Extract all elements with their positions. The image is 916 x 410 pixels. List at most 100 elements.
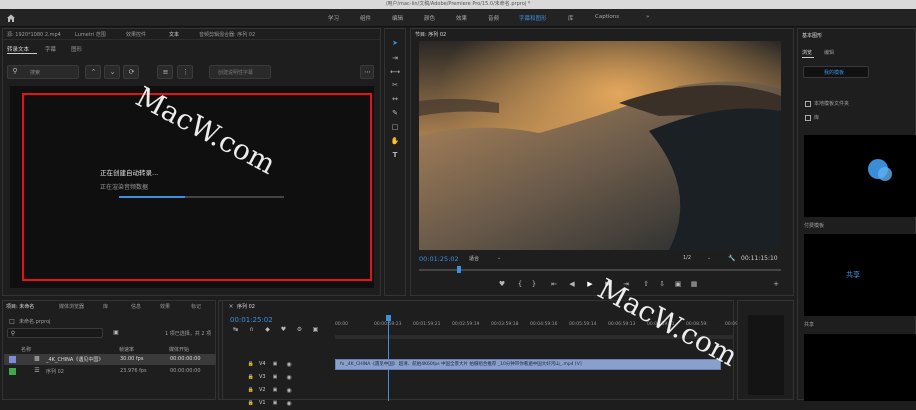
subtab-transcript[interactable]: 转录文本: [7, 45, 29, 53]
mark-in-icon[interactable]: {: [515, 280, 525, 289]
library-checkbox[interactable]: [805, 115, 811, 121]
tab-lumetri-scopes[interactable]: Lumetri 范围: [75, 31, 106, 38]
tab-markers[interactable]: 标记: [191, 303, 201, 310]
tab-project[interactable]: 项目: 未命名: [6, 303, 34, 310]
selection-tool-icon[interactable]: ➤: [390, 39, 400, 48]
snap-icon[interactable]: ∩: [247, 325, 256, 334]
caption-track-icon[interactable]: ▣: [311, 325, 320, 334]
step-back-icon[interactable]: ◀: [567, 280, 577, 289]
track-label[interactable]: V3: [259, 374, 266, 380]
ripple-edit-tool-icon[interactable]: ⟷: [390, 68, 400, 77]
workspace-tab-5[interactable]: 音频: [488, 14, 499, 22]
tab-effects[interactable]: 效果: [160, 303, 170, 310]
previous-result-button[interactable]: ⌃: [85, 65, 101, 79]
slip-tool-icon[interactable]: ↔: [390, 95, 400, 104]
col-fps[interactable]: 帧速率: [119, 346, 134, 353]
go-to-in-icon[interactable]: ⇤: [549, 280, 559, 289]
track-select-tool-icon[interactable]: ⇥: [390, 54, 400, 63]
share-thumbnail[interactable]: 共享: [804, 234, 916, 316]
playhead[interactable]: [457, 266, 461, 273]
timeline-timecode[interactable]: 00:01:25:02: [230, 316, 273, 324]
extract-icon[interactable]: ⇩: [657, 280, 667, 289]
tab-edit[interactable]: 编辑: [824, 49, 834, 56]
tab-source[interactable]: 源: 1920*1080 2.mp4: [7, 31, 61, 38]
play-icon[interactable]: ▶: [585, 280, 595, 289]
close-icon[interactable]: ×: [227, 302, 235, 311]
workspace-tab-1[interactable]: 组件: [360, 14, 371, 22]
tab-media-browser[interactable]: 媒体浏览器: [59, 303, 84, 310]
create-captions-button[interactable]: 创建说明性字幕: [209, 65, 271, 79]
timeline-playhead[interactable]: [388, 315, 389, 401]
add-button-icon[interactable]: +: [771, 280, 781, 289]
split-segment-button[interactable]: ⋮: [177, 65, 193, 79]
tab-library[interactable]: 库: [103, 303, 108, 310]
next-result-button[interactable]: ⌄: [104, 65, 120, 79]
col-name[interactable]: 名称: [21, 346, 31, 353]
subtab-graphics[interactable]: 图形: [71, 45, 82, 53]
zoom-select[interactable]: 适合 ⌄: [469, 254, 509, 264]
program-timecode[interactable]: 00:01:25:02: [419, 255, 459, 263]
merge-segments-button[interactable]: ≡: [157, 65, 173, 79]
tab-effect-controls[interactable]: 效果控件: [126, 31, 146, 38]
pen-tool-icon[interactable]: ✎: [390, 109, 400, 118]
sync-lock-icon[interactable]: ▣: [271, 399, 279, 408]
home-icon[interactable]: [6, 13, 16, 23]
tab-info[interactable]: 信息: [131, 303, 141, 310]
video-clip[interactable]: fx _4K_CHINA《遇见中国》 超清、航拍4K60fps 中国全景大片 拍…: [335, 359, 721, 370]
linked-selection-icon[interactable]: ◆: [263, 325, 272, 334]
bin-icon[interactable]: ▣: [111, 328, 121, 337]
workspace-tab-7[interactable]: 库: [568, 14, 574, 22]
lock-icon[interactable]: 🔒: [247, 399, 255, 408]
sync-lock-icon[interactable]: ▣: [271, 373, 279, 382]
workspace-tab-8[interactable]: Captions: [595, 14, 619, 20]
table-row[interactable]: ▩ _4K_CHINA《遇见中国》 30.00 fps 00:00:00:00: [4, 354, 216, 365]
tab-text[interactable]: 文本: [169, 31, 179, 38]
marker-icon[interactable]: ♥: [497, 280, 507, 289]
mark-out-icon[interactable]: }: [529, 280, 539, 289]
tab-browse[interactable]: 浏览: [802, 49, 812, 56]
template-thumbnail[interactable]: [804, 135, 916, 217]
sync-lock-icon[interactable]: ▣: [271, 360, 279, 369]
eye-icon[interactable]: ◉: [285, 360, 293, 369]
replace-button[interactable]: ⟳: [123, 65, 139, 79]
add-marker-icon[interactable]: ♥: [279, 325, 288, 334]
workspace-tab-3[interactable]: 颜色: [424, 14, 435, 22]
tab-program[interactable]: 节目: 序列 02: [415, 31, 446, 38]
camera-icon[interactable]: ▣: [673, 280, 683, 289]
compare-icon[interactable]: ▦: [689, 280, 699, 289]
local-folder-checkbox[interactable]: [805, 101, 811, 107]
project-search-input[interactable]: ⚲: [7, 328, 103, 338]
panel-menu-button[interactable]: ⋯: [360, 65, 374, 79]
workspace-tab-2[interactable]: 编辑: [392, 14, 403, 22]
share-thumbnail-2[interactable]: [804, 334, 916, 401]
lock-icon[interactable]: 🔒: [247, 373, 255, 382]
program-scrubber[interactable]: [419, 266, 781, 273]
tab-sequence[interactable]: 序列 02: [237, 303, 255, 310]
wrench-icon[interactable]: 🔧: [727, 254, 737, 263]
sync-lock-icon[interactable]: ▣: [271, 386, 279, 395]
eye-icon[interactable]: ◉: [285, 386, 293, 395]
subtab-captions[interactable]: 字幕: [45, 45, 56, 53]
rectangle-tool-icon[interactable]: □: [390, 123, 400, 132]
hand-tool-icon[interactable]: ✋: [390, 137, 400, 146]
search-input[interactable]: ⚲ 搜索: [7, 65, 79, 79]
my-templates-button[interactable]: 我的模板: [803, 66, 869, 78]
track-label[interactable]: V1: [259, 400, 266, 406]
type-tool-icon[interactable]: T: [390, 151, 400, 160]
timeline-playhead-handle[interactable]: [386, 315, 391, 321]
razor-tool-icon[interactable]: ✂: [390, 81, 400, 90]
workspace-tab-0[interactable]: 学习: [328, 14, 339, 22]
workspace-tab-6[interactable]: 字幕和图形: [519, 14, 547, 22]
lock-icon[interactable]: 🔒: [247, 360, 255, 369]
eye-icon[interactable]: ◉: [285, 373, 293, 382]
nest-icon[interactable]: ↹: [231, 325, 240, 334]
lock-icon[interactable]: 🔒: [247, 386, 255, 395]
more-workspaces-icon[interactable]: »: [646, 14, 649, 20]
table-row[interactable]: ☰ 序列 02 23.976 fps 00:00:00:00: [4, 366, 216, 377]
eye-icon[interactable]: ◉: [285, 399, 293, 408]
workspace-tab-4[interactable]: 效果: [456, 14, 467, 22]
track-label[interactable]: V4: [259, 361, 266, 367]
quality-select[interactable]: 1/2 ⌄: [683, 254, 719, 264]
wrench-icon[interactable]: ⚙: [295, 325, 304, 334]
lift-icon[interactable]: ⇧: [641, 280, 651, 289]
